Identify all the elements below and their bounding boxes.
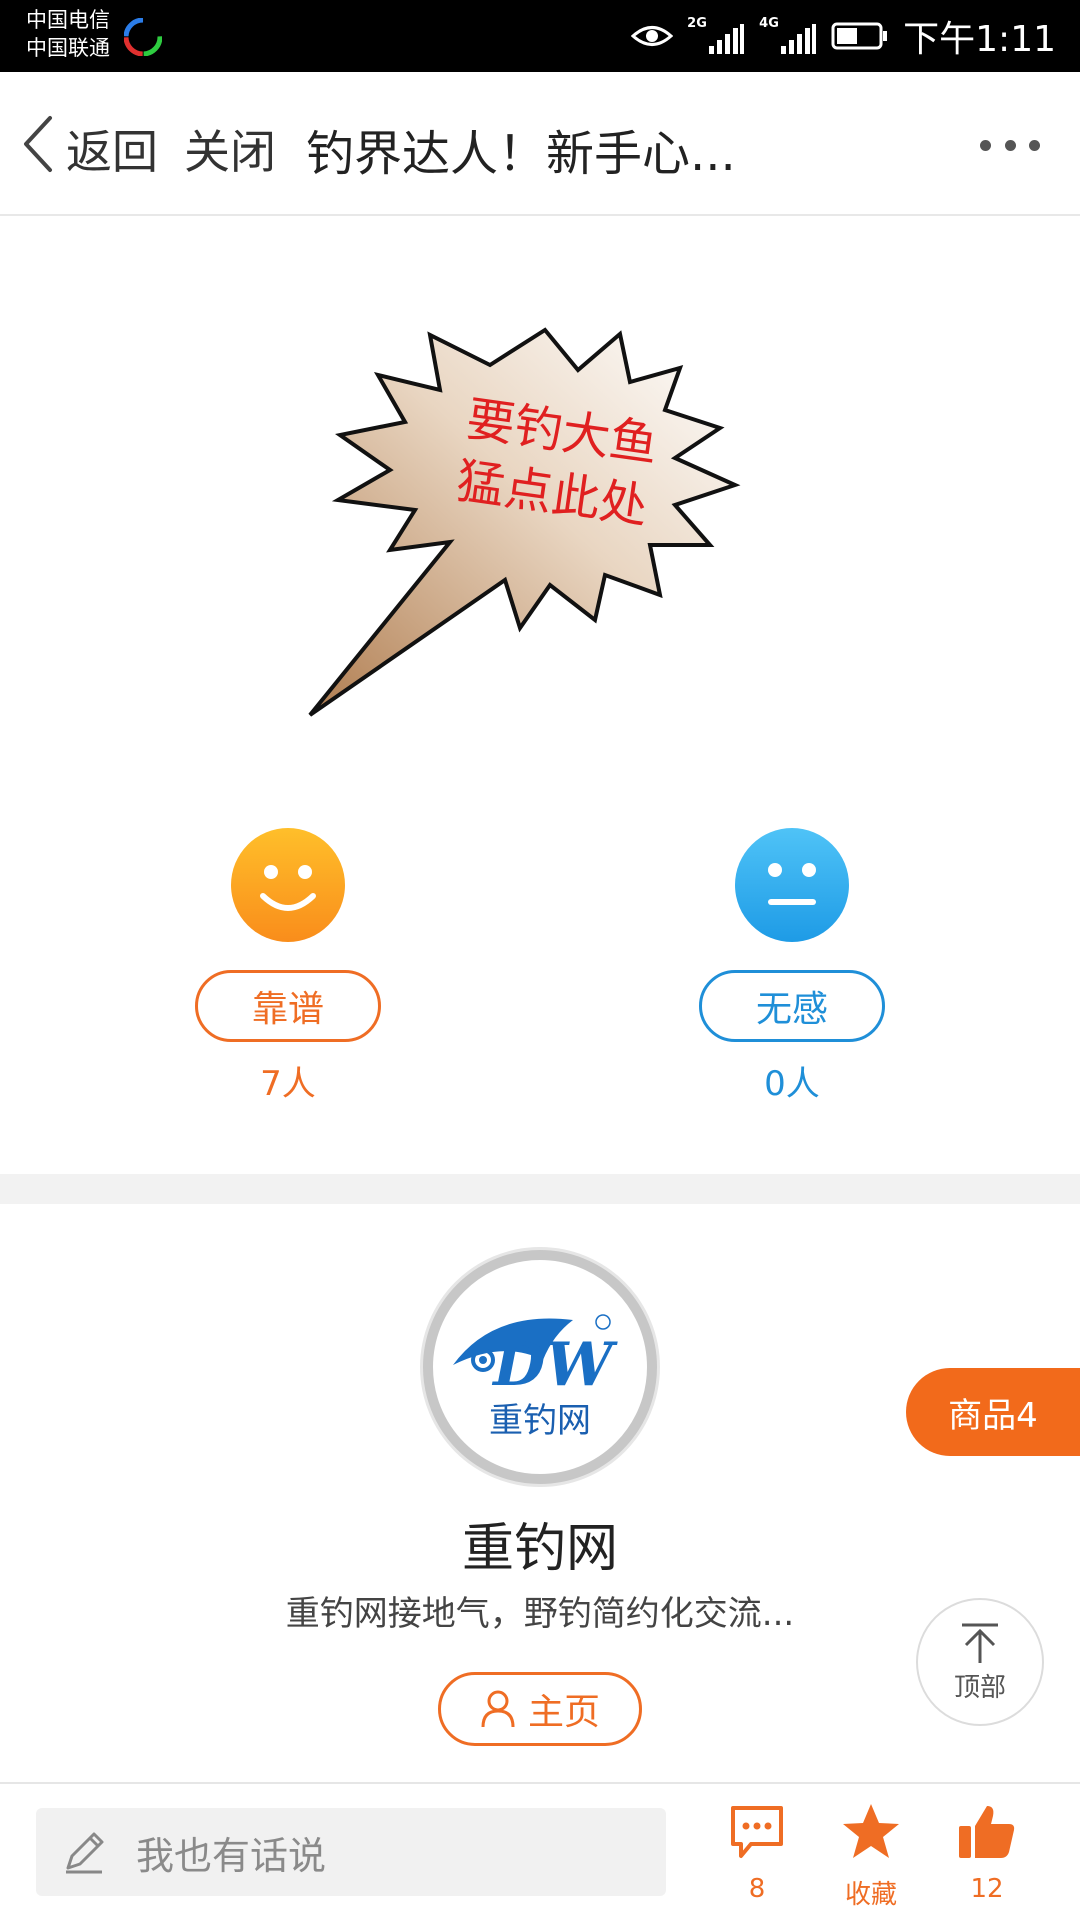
more-icon[interactable] <box>980 130 1040 160</box>
comment-count: 8 <box>748 1874 766 1904</box>
status-bar: 中国电信 中国联通 2G 4G 下午1:11 <box>0 0 1080 72</box>
signal-icon-2: 4G <box>759 16 817 56</box>
like-count: 12 <box>970 1874 1004 1904</box>
back-to-top-button[interactable]: 顶部 <box>916 1598 1044 1726</box>
back-button[interactable]: 返回 <box>66 116 158 182</box>
author-avatar[interactable]: DW 重钓网 <box>423 1250 657 1484</box>
goods-tab[interactable]: 商品4 <box>906 1368 1080 1456</box>
author-description: 重钓网接地气，野钓简约化交流... <box>285 1594 795 1634</box>
fishing-promo-banner[interactable]: 要钓大鱼 猛点此处 <box>290 310 790 730</box>
reaction-good: 靠谱 7人 <box>188 828 388 1104</box>
reliable-count: 7人 <box>260 1064 316 1104</box>
signal-icon: 2G <box>687 16 745 56</box>
author-home-button[interactable]: 主页 <box>438 1672 642 1746</box>
arrow-up-icon <box>962 1623 998 1663</box>
eye-icon <box>631 26 674 46</box>
bottom-bar: 我也有话说 8 收藏 12 <box>0 1782 1080 1920</box>
status-time: 下午1:11 <box>903 19 1056 60</box>
author-name[interactable]: 重钓网 <box>0 1506 1080 1581</box>
comment-input[interactable]: 我也有话说 <box>36 1808 666 1896</box>
close-button[interactable]: 关闭 <box>184 116 276 182</box>
reaction-meh: 无感 0人 <box>692 828 892 1104</box>
indifferent-button[interactable]: 无感 <box>699 970 885 1042</box>
carrier-info: 中国电信 中国联通 <box>26 6 110 62</box>
user-icon <box>481 1690 515 1728</box>
nav-bar: 返回 关闭 钓界达人！新手心... <box>0 72 1080 216</box>
comment-icon <box>731 1806 783 1858</box>
network-label-2: 4G <box>759 16 779 31</box>
network-label-1: 2G <box>687 16 707 31</box>
smile-icon[interactable] <box>231 828 345 942</box>
star-icon <box>843 1804 899 1858</box>
favorite-button[interactable]: 收藏 <box>826 1802 916 1912</box>
neutral-face-icon[interactable] <box>735 828 849 942</box>
battery-icon <box>831 22 888 50</box>
home-button-label: 主页 <box>527 1692 600 1733</box>
comment-placeholder: 我也有话说 <box>136 1833 327 1878</box>
page-title: 钓界达人！新手心... <box>306 126 736 182</box>
like-button[interactable]: 12 <box>942 1802 1032 1912</box>
carrier-2: 中国联通 <box>26 36 110 60</box>
reliable-button[interactable]: 靠谱 <box>195 970 381 1042</box>
logo-letters: DW <box>491 1330 618 1400</box>
carrier-1: 中国电信 <box>26 8 110 32</box>
back-to-top-label: 顶部 <box>953 1672 1006 1703</box>
back-icon[interactable] <box>18 112 58 176</box>
comments-button[interactable]: 8 <box>712 1802 802 1912</box>
status-icons: 2G 4G 下午1:11 <box>631 12 1056 60</box>
thumbs-up-icon <box>959 1806 1015 1858</box>
pencil-icon <box>66 1832 104 1874</box>
logo-caption: 重钓网 <box>489 1401 591 1441</box>
carrier-logo-icon <box>124 18 162 56</box>
section-divider <box>0 1174 1080 1204</box>
favorite-label: 收藏 <box>844 1880 897 1910</box>
indifferent-count: 0人 <box>764 1064 820 1104</box>
